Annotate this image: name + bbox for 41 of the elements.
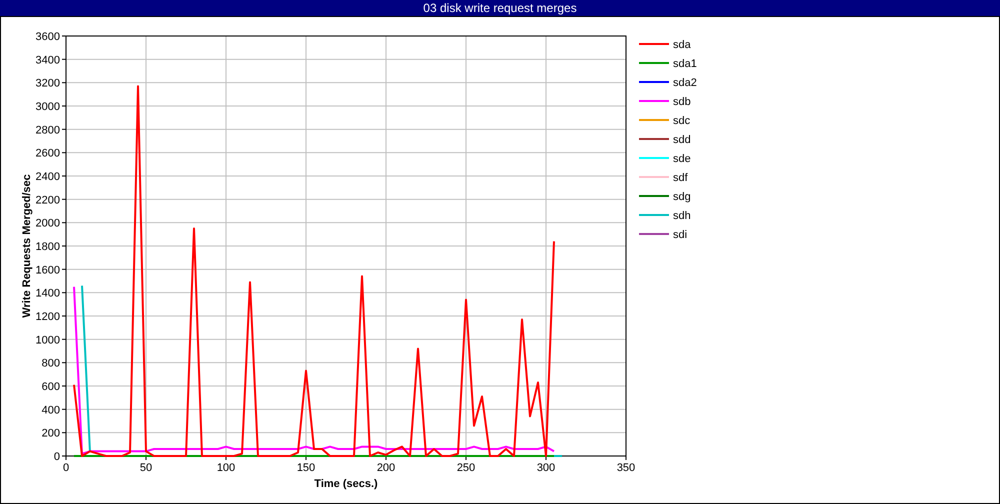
y-tick-label: 200 xyxy=(42,428,60,440)
legend-label: sdc xyxy=(673,115,690,127)
legend-label: sda1 xyxy=(673,58,697,70)
legend-label: sde xyxy=(673,153,691,165)
y-tick-label: 3400 xyxy=(36,54,60,66)
legend-label: sdd xyxy=(673,134,691,146)
y-tick-label: 0 xyxy=(54,451,60,463)
x-tick-label: 300 xyxy=(536,462,556,474)
y-tick-label: 3600 xyxy=(36,31,60,43)
legend-label: sdg xyxy=(673,191,691,203)
x-axis-title: Time (secs.) xyxy=(314,478,378,490)
legend-label: sdh xyxy=(673,210,691,222)
y-tick-label: 1400 xyxy=(36,288,60,300)
y-axis-title: Write Requests Merged/sec xyxy=(21,174,33,318)
y-tick-label: 2200 xyxy=(36,194,60,206)
x-tick-label: 350 xyxy=(616,462,636,474)
y-tick-label: 600 xyxy=(42,381,60,393)
y-tick-label: 400 xyxy=(42,404,60,416)
x-tick-label: 150 xyxy=(296,462,316,474)
x-tick-label: 0 xyxy=(62,462,70,474)
y-tick-label: 3000 xyxy=(36,101,60,113)
x-tick-label: 200 xyxy=(376,462,396,474)
y-tick-label: 1200 xyxy=(36,311,60,323)
y-tick-label: 1800 xyxy=(36,241,60,253)
y-tick-label: 800 xyxy=(42,358,60,370)
y-tick-label: 2600 xyxy=(36,148,60,160)
y-tick-label: 2000 xyxy=(36,218,60,230)
y-tick-label: 2400 xyxy=(36,171,60,183)
legend-label: sdf xyxy=(673,172,688,184)
legend-label: sda xyxy=(673,39,691,51)
y-tick-label: 3200 xyxy=(36,78,60,90)
y-tick-label: 1600 xyxy=(36,264,60,276)
y-tick-label: 2800 xyxy=(36,124,60,136)
title-bar: 03 disk write request merges xyxy=(0,0,1000,16)
x-tick-label: 100 xyxy=(216,462,236,474)
legend-label: sdi xyxy=(673,229,688,241)
legend-label: sda2 xyxy=(673,77,697,89)
legend-label: sdb xyxy=(673,96,691,108)
x-tick-label: 50 xyxy=(140,462,152,474)
x-tick-label: 250 xyxy=(456,462,476,474)
y-tick-label: 1000 xyxy=(36,334,60,346)
